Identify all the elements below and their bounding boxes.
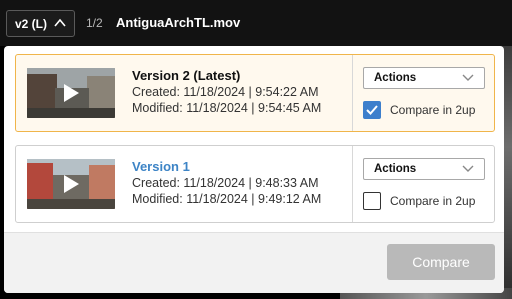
chevron-down-icon (462, 165, 474, 172)
compare-label: Compare in 2up (390, 194, 476, 208)
compare-toggle[interactable]: Compare in 2up (363, 192, 475, 210)
divider (352, 146, 353, 222)
play-icon (64, 84, 79, 102)
top-bar: v2 (L) 1/2 AntiguaArchTL.mov (0, 0, 512, 46)
versions-panel: Version 2 (Latest) Created: 11/18/2024 |… (4, 46, 504, 293)
panel-footer: Compare (4, 232, 504, 293)
actions-label: Actions (374, 72, 417, 84)
version-dropdown-label: v2 (L) (15, 16, 48, 31)
checkmark-icon (366, 105, 378, 115)
actions-dropdown[interactable]: Actions (363, 158, 485, 180)
version-card-2[interactable]: Version 2 (Latest) Created: 11/18/2024 |… (15, 54, 495, 132)
actions-dropdown[interactable]: Actions (363, 67, 485, 89)
compare-checkbox[interactable] (363, 101, 381, 119)
chevron-up-icon (54, 18, 66, 27)
version-card-1[interactable]: Version 1 Created: 11/18/2024 | 9:48:33 … (15, 145, 495, 223)
compare-button[interactable]: Compare (387, 244, 495, 280)
created-date: Created: 11/18/2024 | 9:54:22 AM (132, 85, 319, 99)
created-date: Created: 11/18/2024 | 9:48:33 AM (132, 176, 319, 190)
version-title-link[interactable]: Version 1 (132, 158, 321, 175)
actions-label: Actions (374, 163, 417, 175)
modified-date: Modified: 11/18/2024 | 9:49:12 AM (132, 192, 322, 206)
version-title: Version 2 (Latest) (132, 68, 241, 83)
version-dropdown[interactable]: v2 (L) (6, 10, 75, 37)
video-thumbnail[interactable] (27, 159, 115, 209)
file-name: AntiguaArchTL.mov (116, 15, 241, 30)
compare-label: Compare in 2up (390, 103, 476, 117)
play-icon (64, 175, 79, 193)
compare-toggle[interactable]: Compare in 2up (363, 101, 475, 119)
chevron-down-icon (462, 74, 474, 81)
divider (352, 55, 353, 131)
compare-checkbox[interactable] (363, 192, 381, 210)
video-thumbnail[interactable] (27, 68, 115, 118)
modified-date: Modified: 11/18/2024 | 9:54:45 AM (132, 101, 322, 115)
page-count: 1/2 (86, 16, 103, 30)
